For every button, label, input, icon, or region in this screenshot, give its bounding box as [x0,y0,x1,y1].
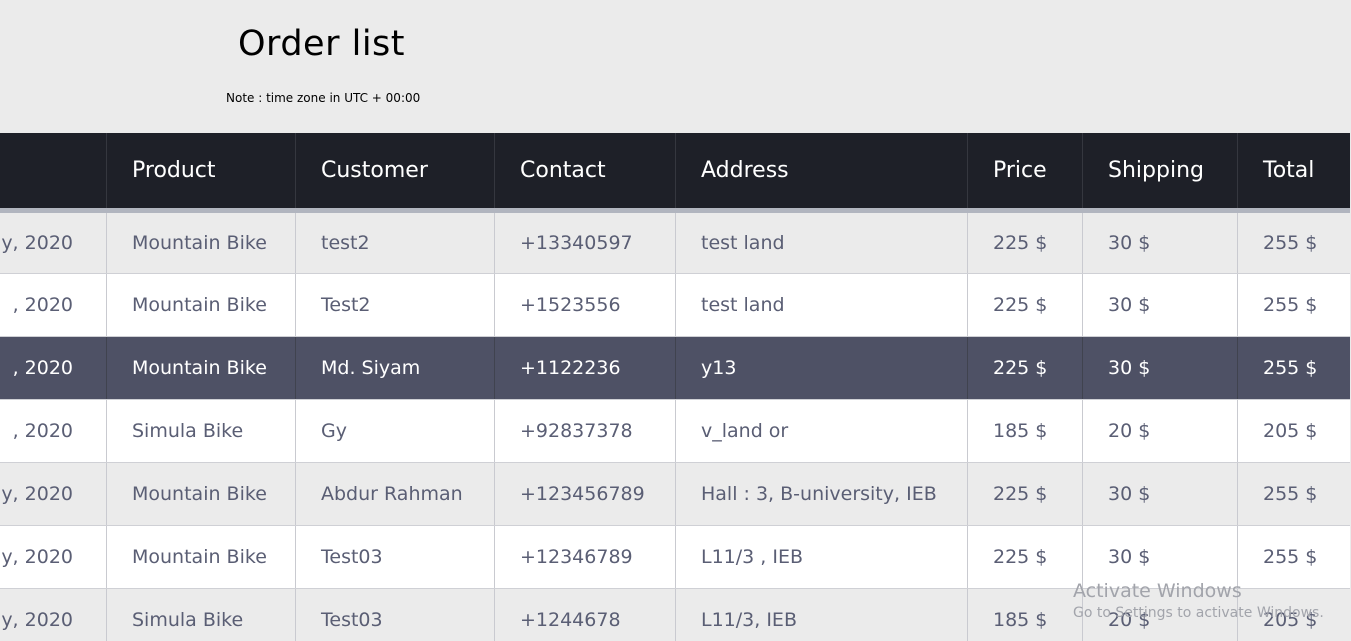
cell-price: 225 $ [967,525,1083,589]
cell-contact: +123456789 [494,462,676,526]
cell-date: y, 2020 [0,210,107,274]
cell-customer: Md. Siyam [295,336,495,400]
orders-table-container[interactable]: Product Customer Contact Address Price S… [0,133,1351,641]
cell-customer: Test2 [295,273,495,337]
cell-shipping: 30 $ [1082,462,1238,526]
cell-product: Mountain Bike [106,462,296,526]
cell-date: , 2020 [0,273,107,337]
cell-date: y, 2020 [0,588,107,641]
cell-total: 205 $ [1237,399,1350,463]
column-header-contact: Contact [494,133,676,213]
cell-date: y, 2020 [0,462,107,526]
table-row[interactable]: y, 2020 Simula Bike Test03 +1244678 L11/… [0,588,1350,641]
cell-address: y13 [675,336,968,400]
cell-product: Mountain Bike [106,210,296,274]
column-header-product: Product [106,133,296,213]
cell-date: , 2020 [0,399,107,463]
cell-product: Mountain Bike [106,336,296,400]
cell-shipping: 20 $ [1082,588,1238,641]
table-header-row: Product Customer Contact Address Price S… [0,133,1350,213]
table-row[interactable]: y, 2020 Mountain Bike Test03 +12346789 L… [0,525,1350,589]
cell-contact: +13340597 [494,210,676,274]
cell-customer: Test03 [295,525,495,589]
cell-customer: Test03 [295,588,495,641]
cell-total: 205 $ [1237,588,1350,641]
cell-address: test land [675,273,968,337]
cell-contact: +12346789 [494,525,676,589]
cell-product: Mountain Bike [106,525,296,589]
cell-customer: Gy [295,399,495,463]
cell-contact: +1523556 [494,273,676,337]
cell-total: 255 $ [1237,336,1350,400]
column-header-date [0,133,107,213]
cell-address: test land [675,210,968,274]
cell-price: 185 $ [967,588,1083,641]
cell-price: 225 $ [967,462,1083,526]
cell-price: 225 $ [967,273,1083,337]
cell-customer: Abdur Rahman [295,462,495,526]
column-header-price: Price [967,133,1083,213]
cell-total: 255 $ [1237,462,1350,526]
cell-shipping: 20 $ [1082,399,1238,463]
cell-product: Simula Bike [106,588,296,641]
cell-address: v_land or [675,399,968,463]
cell-price: 225 $ [967,210,1083,274]
cell-contact: +1122236 [494,336,676,400]
table-row[interactable]: , 2020 Mountain Bike Test2 +1523556 test… [0,273,1350,337]
cell-contact: +92837378 [494,399,676,463]
cell-shipping: 30 $ [1082,336,1238,400]
cell-date: , 2020 [0,336,107,400]
page-title: Order list [238,24,405,64]
cell-price: 185 $ [967,399,1083,463]
column-header-address: Address [675,133,968,213]
cell-contact: +1244678 [494,588,676,641]
cell-shipping: 30 $ [1082,525,1238,589]
table-row[interactable]: y, 2020 Mountain Bike Abdur Rahman +1234… [0,462,1350,526]
cell-customer: test2 [295,210,495,274]
orders-table: Product Customer Contact Address Price S… [0,133,1350,641]
cell-address: L11/3, IEB [675,588,968,641]
cell-price: 225 $ [967,336,1083,400]
column-header-total: Total [1237,133,1350,213]
timezone-note: Note : time zone in UTC + 00:00 [226,91,421,105]
table-row-highlighted[interactable]: , 2020 Mountain Bike Md. Siyam +1122236 … [0,336,1350,400]
cell-total: 255 $ [1237,210,1350,274]
cell-product: Mountain Bike [106,273,296,337]
cell-address: Hall : 3, B-university, IEB [675,462,968,526]
cell-total: 255 $ [1237,525,1350,589]
cell-shipping: 30 $ [1082,273,1238,337]
column-header-customer: Customer [295,133,495,213]
cell-date: y, 2020 [0,525,107,589]
table-row[interactable]: , 2020 Simula Bike Gy +92837378 v_land o… [0,399,1350,463]
cell-shipping: 30 $ [1082,210,1238,274]
cell-address: L11/3 , IEB [675,525,968,589]
table-row[interactable]: y, 2020 Mountain Bike test2 +13340597 te… [0,210,1350,274]
column-header-shipping: Shipping [1082,133,1238,213]
cell-total: 255 $ [1237,273,1350,337]
cell-product: Simula Bike [106,399,296,463]
